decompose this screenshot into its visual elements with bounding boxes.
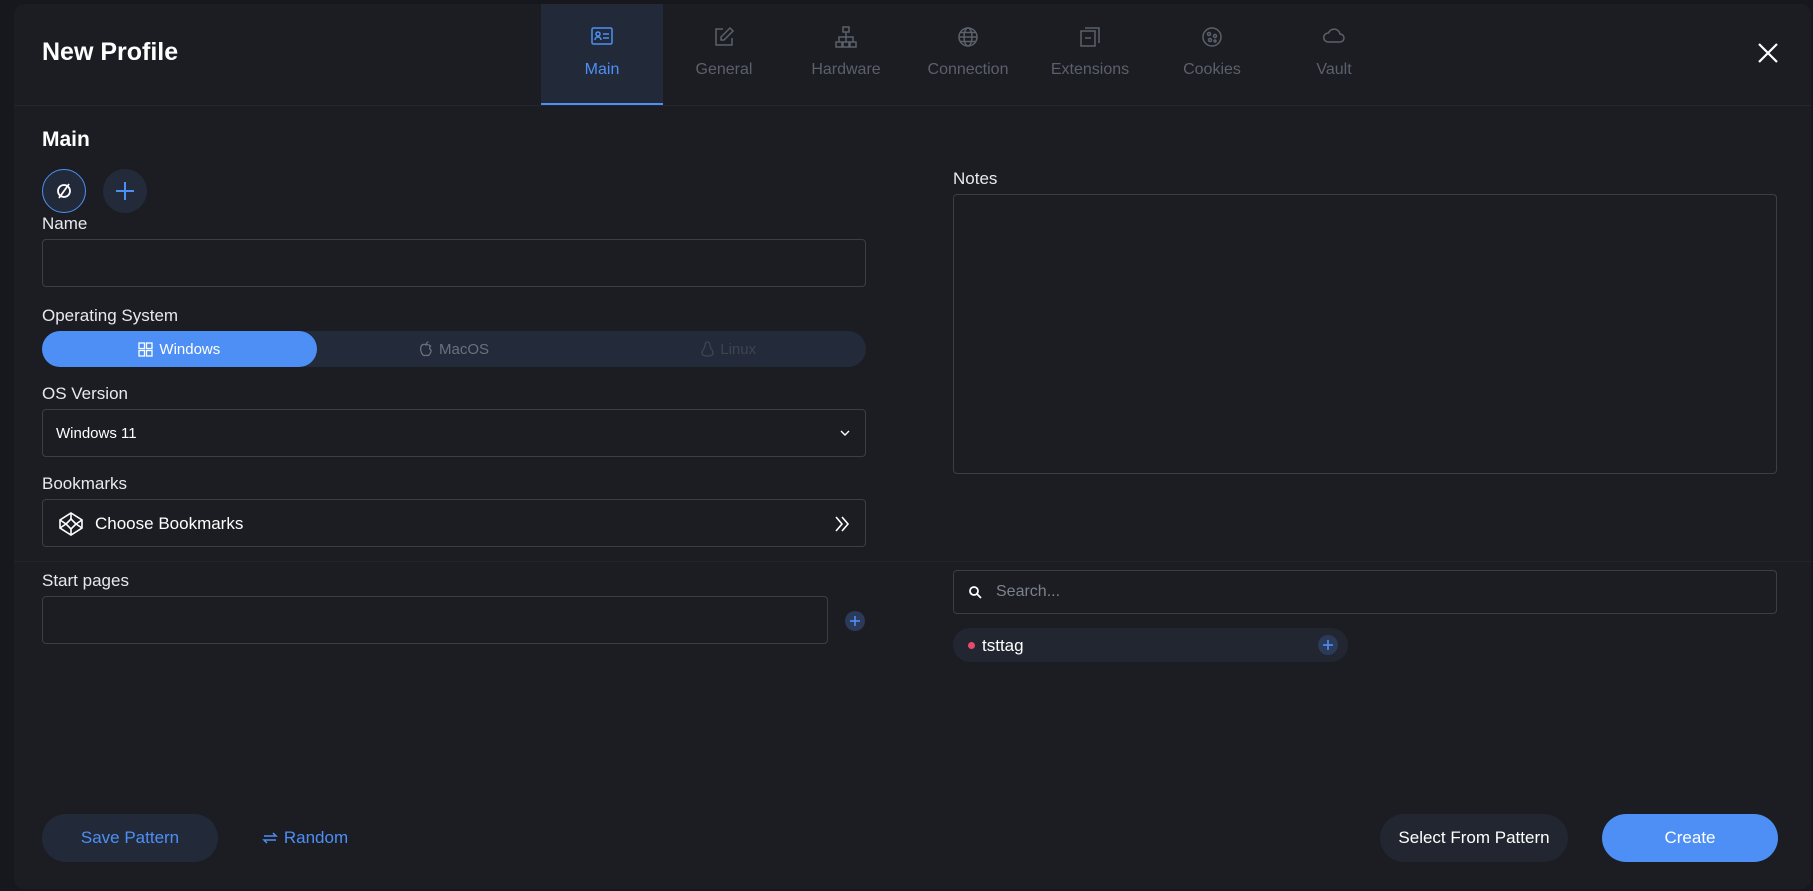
tab-vault[interactable]: Vault	[1273, 4, 1395, 105]
tag-name: tsttag	[982, 636, 1024, 655]
bookmarks-label: Bookmarks	[42, 474, 128, 493]
close-icon[interactable]	[1755, 40, 1781, 66]
empty-set-icon	[57, 183, 71, 199]
add-avatar-button[interactable]	[103, 169, 147, 213]
extensions-icon	[1080, 27, 1100, 47]
tab-main[interactable]: Main	[541, 4, 663, 105]
tab-hardware[interactable]: Hardware	[785, 4, 907, 105]
tag-item[interactable]: tsttag	[953, 628, 1348, 662]
os-selector: Windows MacOS Linux	[42, 331, 866, 367]
os-option-windows[interactable]: Windows	[42, 331, 317, 367]
random-label: Random	[283, 828, 349, 847]
tag-color-dot	[968, 642, 975, 649]
select-from-pattern-button[interactable]: Select From Pattern	[1380, 814, 1568, 862]
apple-icon	[419, 341, 432, 357]
divider	[14, 561, 1811, 562]
os-label: Operating System	[42, 306, 179, 325]
os-option-label: Windows	[159, 340, 221, 358]
section-title: Main	[42, 128, 90, 151]
add-start-page-button[interactable]	[845, 611, 865, 631]
notes-textarea[interactable]	[953, 194, 1777, 474]
start-pages-label: Start pages	[42, 571, 129, 590]
tab-extensions[interactable]: Extensions	[1029, 4, 1151, 105]
tab-label: Extensions	[1050, 61, 1130, 78]
tab-label: General	[695, 61, 753, 78]
choose-bookmarks-button[interactable]: Choose Bookmarks	[42, 499, 866, 547]
random-button[interactable]: Random	[250, 814, 360, 862]
os-option-linux[interactable]: Linux	[591, 331, 866, 367]
os-option-label: Linux	[720, 340, 757, 358]
start-pages-input[interactable]	[42, 596, 828, 644]
notes-label: Notes	[953, 169, 998, 188]
add-tag-button[interactable]	[1318, 635, 1338, 655]
tab-cookies[interactable]: Cookies	[1151, 4, 1273, 105]
search-icon	[969, 586, 982, 599]
tab-bar: Main General Hardware Connection Extensi…	[541, 4, 1395, 105]
cloud-icon	[1323, 28, 1345, 43]
no-avatar-button[interactable]	[42, 169, 86, 213]
os-version-label: OS Version	[42, 384, 128, 403]
modal-header: New Profile Main General Hardware Connec…	[14, 4, 1811, 106]
choose-bookmarks-label: Choose Bookmarks	[95, 514, 244, 533]
globe-icon	[958, 27, 978, 47]
plus-icon	[1323, 640, 1333, 650]
chevron-down-icon	[840, 430, 850, 436]
page-title: New Profile	[42, 38, 179, 66]
os-version-value: Windows 11	[56, 425, 137, 442]
os-version-select[interactable]: Windows 11	[42, 409, 866, 457]
search-placeholder: Search...	[996, 583, 1061, 600]
profile-card-icon	[591, 27, 613, 45]
new-profile-modal: New Profile Main General Hardware Connec…	[14, 4, 1811, 889]
swap-icon	[262, 832, 278, 844]
name-input[interactable]	[42, 239, 866, 287]
plus-icon	[850, 616, 860, 626]
tab-general[interactable]: General	[663, 4, 785, 105]
tab-label: Hardware	[811, 61, 881, 78]
os-option-macos[interactable]: MacOS	[317, 331, 592, 367]
codepen-icon	[59, 512, 83, 536]
tab-label: Cookies	[1183, 61, 1241, 78]
linux-icon	[701, 341, 714, 357]
os-option-label: MacOS	[439, 340, 490, 358]
plus-icon	[116, 182, 134, 200]
cookie-icon	[1202, 27, 1222, 47]
tab-label: Main	[584, 61, 620, 78]
save-pattern-button[interactable]: Save Pattern	[42, 814, 218, 862]
windows-icon	[138, 341, 154, 357]
name-label: Name	[42, 214, 88, 233]
tab-label: Vault	[1316, 61, 1352, 78]
tab-connection[interactable]: Connection	[907, 4, 1029, 105]
tab-label: Connection	[927, 61, 1009, 78]
tag-search-input[interactable]: Search...	[953, 570, 1777, 614]
create-button[interactable]: Create	[1602, 814, 1778, 862]
double-chevron-right-icon	[835, 516, 850, 532]
edit-icon	[715, 26, 735, 46]
network-icon	[835, 26, 857, 48]
